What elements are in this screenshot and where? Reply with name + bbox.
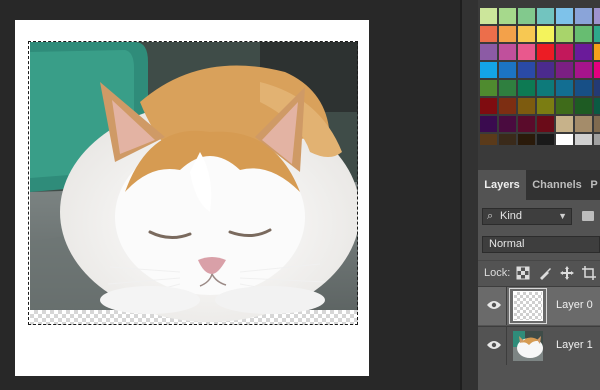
color-swatch[interactable] <box>537 116 554 132</box>
color-swatch[interactable] <box>594 26 600 42</box>
color-swatch[interactable] <box>537 80 554 96</box>
color-swatch[interactable] <box>499 44 516 60</box>
layer-row-layer-0[interactable]: Layer 0 <box>478 286 600 325</box>
color-swatch[interactable] <box>537 44 554 60</box>
color-swatch[interactable] <box>480 62 497 78</box>
color-swatch[interactable] <box>518 8 535 24</box>
color-swatch[interactable] <box>480 44 497 60</box>
color-swatch[interactable] <box>556 8 573 24</box>
color-swatch[interactable] <box>556 116 573 132</box>
color-swatch[interactable] <box>537 98 554 114</box>
color-swatch[interactable] <box>594 44 600 60</box>
search-icon: ⌕ <box>487 210 494 222</box>
color-swatch[interactable] <box>480 98 497 114</box>
color-swatch[interactable] <box>575 44 592 60</box>
color-swatch[interactable] <box>556 26 573 42</box>
color-swatch[interactable] <box>575 62 592 78</box>
document-canvas[interactable] <box>15 20 369 376</box>
color-swatch[interactable] <box>499 26 516 42</box>
color-swatch[interactable] <box>575 116 592 132</box>
eye-icon[interactable] <box>487 340 501 350</box>
color-swatch[interactable] <box>556 80 573 96</box>
visibility-separator <box>506 287 507 325</box>
layer-thumbnail[interactable] <box>513 291 543 321</box>
blend-mode-select[interactable]: Normal <box>482 236 600 253</box>
color-swatch[interactable] <box>480 134 497 145</box>
layer-thumbnail[interactable] <box>513 331 543 361</box>
color-swatch[interactable] <box>518 134 535 145</box>
color-swatch[interactable] <box>480 116 497 132</box>
panel-separator <box>478 145 600 170</box>
layers-panel: ⌕ Kind ▼ Normal Lock: Layer 0 Layer 1 <box>478 200 600 390</box>
color-swatch[interactable] <box>499 62 516 78</box>
tab-paths[interactable]: P <box>588 170 600 200</box>
right-panel: Layers Channels P ⌕ Kind ▼ Normal Lock: <box>478 0 600 390</box>
lock-artboard-icon[interactable] <box>582 266 596 280</box>
color-swatch[interactable] <box>537 8 554 24</box>
lock-position-icon[interactable] <box>560 266 574 280</box>
kind-filter-label: Kind <box>500 210 523 222</box>
color-swatch[interactable] <box>518 62 535 78</box>
color-swatch[interactable] <box>556 98 573 114</box>
layer-filter-row: ⌕ Kind ▼ <box>482 208 600 226</box>
color-swatch[interactable] <box>594 98 600 114</box>
color-swatch[interactable] <box>556 44 573 60</box>
color-swatch[interactable] <box>537 134 554 145</box>
lock-row: Lock: <box>478 260 600 285</box>
color-swatch[interactable] <box>499 116 516 132</box>
panel-gutter <box>462 0 478 390</box>
color-swatch[interactable] <box>575 26 592 42</box>
color-swatch[interactable] <box>594 134 600 145</box>
color-swatch[interactable] <box>537 62 554 78</box>
color-swatch[interactable] <box>518 44 535 60</box>
color-swatch[interactable] <box>499 80 516 96</box>
color-swatch[interactable] <box>575 8 592 24</box>
layer-row-layer-1[interactable]: Layer 1 <box>478 326 600 365</box>
tab-layers[interactable]: Layers <box>478 170 526 200</box>
color-swatch[interactable] <box>537 26 554 42</box>
color-swatch[interactable] <box>594 62 600 78</box>
lock-label: Lock: <box>484 267 511 279</box>
color-swatch[interactable] <box>518 98 535 114</box>
layer-name[interactable]: Layer 1 <box>556 339 593 351</box>
color-swatch[interactable] <box>499 8 516 24</box>
color-swatch[interactable] <box>499 134 516 145</box>
layer-name[interactable]: Layer 0 <box>556 299 593 311</box>
image-filter-icon[interactable] <box>582 211 594 221</box>
lock-transparent-pixels-icon[interactable] <box>516 266 530 280</box>
eye-icon[interactable] <box>487 300 501 310</box>
color-swatch[interactable] <box>575 80 592 96</box>
visibility-separator <box>506 327 507 365</box>
color-swatch[interactable] <box>499 98 516 114</box>
color-swatch[interactable] <box>556 134 573 145</box>
chevron-down-icon: ▼ <box>558 211 567 221</box>
lock-image-pixels-icon[interactable] <box>538 266 552 280</box>
layers-tab-bar: Layers Channels P <box>478 170 600 201</box>
color-swatch[interactable] <box>518 80 535 96</box>
tab-channels[interactable]: Channels <box>526 170 588 200</box>
color-swatch[interactable] <box>556 62 573 78</box>
color-swatch[interactable] <box>594 80 600 96</box>
color-swatch[interactable] <box>575 134 592 145</box>
kind-filter-select[interactable]: ⌕ Kind ▼ <box>482 208 572 225</box>
color-swatch[interactable] <box>518 26 535 42</box>
color-swatch[interactable] <box>480 26 497 42</box>
cat-photo <box>30 42 358 325</box>
color-swatch[interactable] <box>594 8 600 24</box>
color-swatch[interactable] <box>575 98 592 114</box>
color-swatch[interactable] <box>594 116 600 132</box>
color-swatch[interactable] <box>480 80 497 96</box>
color-swatch[interactable] <box>518 116 535 132</box>
color-swatch[interactable] <box>480 8 497 24</box>
swatches-panel <box>478 0 600 145</box>
canvas-area[interactable] <box>0 0 460 390</box>
